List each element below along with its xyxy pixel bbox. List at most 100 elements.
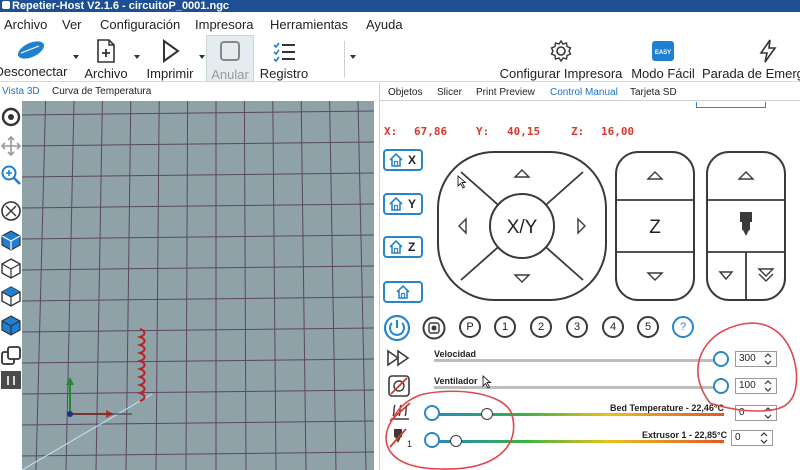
cube-front-icon — [1, 258, 21, 279]
move-view-tool[interactable] — [0, 135, 22, 157]
tab-manual-control[interactable]: Control Manual — [550, 87, 618, 98]
fit-view-icon — [1, 201, 21, 221]
y-axis-arrowhead — [66, 377, 74, 385]
3d-viewport[interactable] — [22, 101, 374, 470]
print-button[interactable]: Imprimir — [143, 35, 197, 82]
home-icon — [389, 239, 403, 254]
grid-line — [22, 265, 374, 271]
home-icon — [396, 284, 410, 299]
gear-icon — [550, 39, 572, 63]
grid-line — [125, 101, 132, 470]
toolbar: Desconectar Archivo Imprimir Anular Regi… — [0, 35, 800, 82]
window-title: Repetier-Host V2.1.6 - circuitoP_0001.ng… — [12, 0, 230, 12]
toolbar-separator — [344, 41, 345, 77]
delete-tool[interactable] — [0, 369, 22, 391]
tab-3d-view[interactable]: Vista 3D — [2, 86, 40, 97]
emergency-stop-button[interactable]: Parada de Emerg — [702, 35, 800, 82]
file-button[interactable]: Archivo — [82, 35, 130, 82]
grid-line — [22, 110, 374, 116]
red-annotation-marks — [385, 322, 798, 470]
grid-line — [357, 101, 367, 470]
print-dropdown-arrow[interactable] — [199, 55, 205, 59]
left-tab-bar: Vista 3D Curva de Temperatura — [0, 83, 376, 99]
grid-line — [22, 358, 374, 364]
menu-ver[interactable]: Ver — [62, 17, 82, 32]
easy-badge-text: EASY — [655, 50, 671, 56]
side-view-tool[interactable] — [0, 314, 22, 336]
iso-view-tool[interactable] — [0, 229, 22, 251]
file-add-icon — [97, 39, 115, 63]
grid-line — [22, 203, 374, 209]
menu-impresora[interactable]: Impresora — [195, 17, 254, 32]
z-coordinate: 16,00 — [601, 125, 635, 138]
trash-icon — [1, 371, 21, 389]
grid-line — [22, 296, 374, 302]
menu-configuracion[interactable]: Configuración — [100, 17, 180, 32]
toolbar-overflow-arrow[interactable] — [350, 55, 356, 59]
toolpath — [136, 328, 146, 402]
cancel-button[interactable]: Anular — [206, 35, 254, 82]
front-view-tool[interactable] — [0, 257, 22, 279]
configure-printer-button[interactable]: Configurar Impresora — [498, 35, 624, 82]
grid-line — [155, 101, 160, 470]
menu-herramientas[interactable]: Herramientas — [270, 17, 348, 32]
menu-ayuda[interactable]: Ayuda — [366, 17, 403, 32]
z-center-label: Z — [649, 217, 661, 238]
y-coordinate: 40,15 — [507, 125, 541, 138]
plug-icon — [17, 41, 45, 59]
cube-iso-icon — [1, 230, 21, 251]
tab-slicer[interactable]: Slicer — [437, 87, 462, 98]
left-panel: Vista 3D Curva de Temperatura — [0, 83, 376, 470]
partial-input-box[interactable] — [696, 102, 766, 108]
repetier-host-window: Repetier-Host V2.1.6 - circuitoP_0001.ng… — [0, 0, 800, 470]
fit-view-tool[interactable] — [0, 200, 22, 222]
log-button[interactable]: Registro — [256, 35, 312, 82]
print-bed-grid — [22, 101, 374, 470]
cube-top-icon — [1, 286, 21, 307]
grid-line — [22, 451, 374, 457]
top-view-tool[interactable] — [0, 285, 22, 307]
app-icon — [2, 1, 10, 9]
xy-jog-pad[interactable]: X/Y — [436, 150, 608, 302]
home-y-button[interactable]: Y — [383, 193, 423, 215]
cube-side-icon — [1, 315, 21, 336]
home-z-button[interactable]: Z — [383, 236, 423, 258]
home-icon — [389, 152, 403, 167]
grid-line — [22, 327, 374, 333]
move-arrows-icon — [0, 135, 22, 157]
right-panel: Objetos Slicer Print Preview Control Man… — [379, 83, 800, 470]
easy-mode-button[interactable]: EASY Modo Fácil — [630, 35, 696, 82]
grid-line — [35, 101, 47, 470]
grid-line — [22, 234, 374, 240]
grid-line — [300, 101, 307, 470]
grid-line — [329, 101, 337, 470]
tab-sd-card[interactable]: Tarjeta SD — [630, 87, 677, 98]
x-coordinate: 67,86 — [414, 125, 448, 138]
home-icon — [389, 196, 403, 211]
rotate-view-tool[interactable] — [0, 106, 22, 128]
play-icon — [163, 39, 180, 63]
menu-bar: Archivo Ver Configuración Impresora Herr… — [0, 13, 800, 35]
copy-objects-tool[interactable] — [0, 345, 22, 367]
zoom-view-tool[interactable] — [0, 164, 22, 186]
home-x-button[interactable]: X — [383, 149, 423, 171]
disconnect-dropdown-arrow[interactable] — [73, 55, 79, 59]
xy-center-label: X/Y — [507, 217, 538, 238]
rotate-icon — [1, 107, 21, 127]
stop-icon — [220, 41, 240, 61]
disconnect-button[interactable]: Desconectar — [0, 35, 68, 82]
file-dropdown-arrow[interactable] — [134, 55, 140, 59]
right-tab-bar: Objetos Slicer Print Preview Control Man… — [380, 83, 800, 101]
copy-icon — [1, 346, 21, 365]
menu-archivo[interactable]: Archivo — [4, 17, 47, 32]
z-jog-pad[interactable]: Z — [614, 150, 696, 302]
extruder-jog-pad[interactable] — [705, 150, 787, 302]
home-all-button[interactable] — [383, 281, 423, 303]
title-bar: Repetier-Host V2.1.6 - circuitoP_0001.ng… — [0, 0, 800, 12]
grid-line — [185, 101, 189, 470]
grid-line — [22, 389, 374, 395]
tab-print-preview[interactable]: Print Preview — [476, 87, 535, 98]
tab-objects[interactable]: Objetos — [388, 87, 422, 98]
tab-temperature-curve[interactable]: Curva de Temperatura — [52, 86, 151, 97]
view-tools-column — [0, 101, 22, 470]
